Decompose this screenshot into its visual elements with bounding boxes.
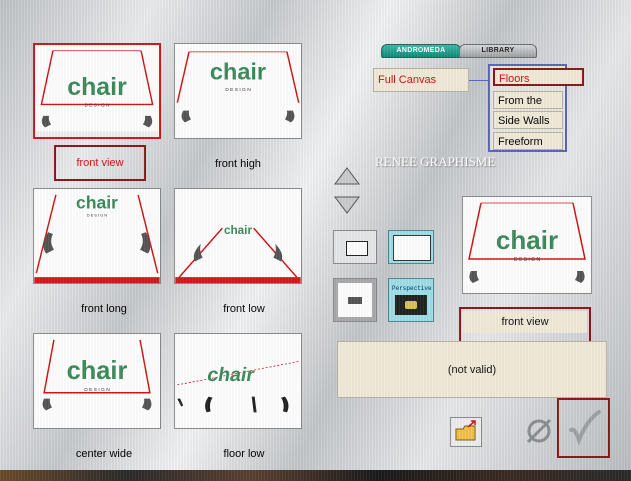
checkmark-icon: [569, 410, 601, 446]
thumb-front-long[interactable]: chair D E S I G N: [33, 188, 161, 284]
thumb-front-long-label: front long: [81, 303, 127, 315]
watermark: RENEE GRAPHISME: [375, 154, 496, 169]
tab-library[interactable]: LIBRARY: [459, 44, 537, 58]
folder-icon: [455, 420, 476, 441]
mode-frame-button[interactable]: [333, 230, 377, 264]
thumb-front-low[interactable]: chair: [174, 188, 302, 284]
frame-icon: [346, 241, 368, 256]
svg-text:chair: chair: [210, 58, 266, 84]
svg-text:chair: chair: [496, 225, 558, 255]
scope-field[interactable]: Full Canvas: [373, 68, 469, 92]
svg-text:D E S I G N: D E S I G N: [87, 212, 108, 217]
cancel-icon: [526, 418, 552, 444]
ok-button[interactable]: [557, 398, 610, 458]
svg-text:D E S I G N: D E S I G N: [514, 257, 541, 263]
thumb-center-wide-label: center wide: [75, 448, 133, 460]
status-field: (not valid): [337, 341, 607, 398]
image-icon: [348, 297, 362, 304]
thumb-front-view[interactable]: chair D E S I G N: [33, 43, 161, 139]
arrow-up-button[interactable]: [333, 166, 361, 186]
mode-window-button[interactable]: [388, 230, 434, 264]
open-folder-button[interactable]: [450, 417, 482, 447]
svg-text:chair: chair: [76, 193, 118, 213]
thumb-floor-low-image: chair: [177, 361, 299, 413]
thumb-front-low-label: front low: [223, 303, 265, 315]
thumb-floor-low-label: floor low: [223, 448, 265, 460]
thumb-front-long-image: chair D E S I G N: [34, 193, 160, 283]
window-icon: [393, 235, 431, 261]
connector-line: [469, 80, 488, 81]
thumb-logo-text: chair: [67, 73, 127, 101]
thumb-floor-low[interactable]: chair: [174, 333, 302, 429]
mode-image-button[interactable]: [333, 278, 377, 322]
thumb-front-view-image: chair D E S I G N: [35, 50, 159, 137]
arrow-down-button[interactable]: [333, 195, 361, 215]
menu-item-from-the-top[interactable]: From the Top: [493, 91, 563, 125]
svg-text:D E S I G N: D E S I G N: [85, 102, 111, 108]
dialog-window: chair D E S I G N front view chair D E S…: [0, 0, 631, 481]
preview-image: chair D E S I G N: [462, 196, 592, 294]
thumb-front-high[interactable]: chair D E S I G N: [174, 43, 302, 139]
tab-andromeda[interactable]: ANDROMEDA: [381, 44, 461, 58]
preview-label-box: front view: [459, 307, 591, 343]
svg-text:D E S I G N: D E S I G N: [84, 387, 110, 393]
thumb-front-view-label: front view: [54, 145, 146, 181]
thumb-center-wide-image: chair D E S I G N: [42, 339, 152, 411]
svg-text:D E S I G N: D E S I G N: [225, 87, 251, 93]
preview-label: front view: [463, 311, 587, 333]
thumb-front-high-image: chair D E S I G N: [176, 51, 300, 123]
svg-text:chair: chair: [205, 364, 256, 386]
menu-item-freeform[interactable]: Freeform: [493, 132, 563, 150]
triangle-down-icon: [334, 196, 360, 214]
thumb-center-wide[interactable]: chair D E S I G N: [33, 333, 161, 429]
menu-item-side-walls[interactable]: Side Walls: [493, 111, 563, 129]
menu-item-floors[interactable]: Floors: [493, 68, 584, 86]
bottom-strip: [0, 470, 631, 481]
thumb-front-low-image: chair: [175, 224, 301, 283]
perspective-icon: [395, 295, 427, 315]
preview-render: chair D E S I G N: [468, 202, 586, 283]
cancel-button[interactable]: [522, 414, 556, 448]
thumb-front-high-label: front high: [215, 158, 261, 170]
svg-text:chair: chair: [67, 357, 128, 385]
mode-perspective-button[interactable]: Perspective: [388, 278, 434, 322]
projection-menu: Floors From the Top Side Walls Freeform: [488, 64, 584, 152]
svg-text:chair: chair: [224, 224, 253, 237]
triangle-up-icon: [334, 167, 360, 185]
